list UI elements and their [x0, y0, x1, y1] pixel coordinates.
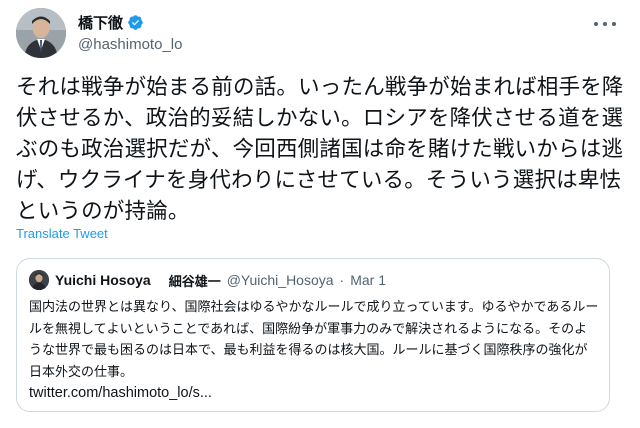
- separator-dot: ·: [339, 272, 345, 288]
- quoted-tweet-link[interactable]: twitter.com/hashimoto_lo/s...: [29, 383, 599, 405]
- author-display-name[interactable]: 橋下徹: [78, 12, 123, 33]
- quoted-tweet-header: Yuichi Hosoya 細谷雄一 @Yuichi_Hosoya · Mar …: [29, 269, 597, 291]
- more-options-icon[interactable]: [594, 20, 616, 28]
- quoted-profile-photo-icon: [29, 270, 49, 290]
- quoted-tweet-date: Mar 1: [350, 272, 387, 288]
- author-avatar[interactable]: [16, 8, 66, 58]
- quoted-author-name: Yuichi Hosoya: [55, 272, 151, 288]
- author-names: 橋下徹 @hashimoto_lo: [78, 11, 182, 54]
- tweet-text: それは戦争が始まる前の話。いったん戦争が始まれば相手を降伏させるか、政治的妥結し…: [16, 75, 624, 224]
- quoted-tweet-body: 国内法の世界とは異なり、国際社会はゆるやかなルールで成り立っています。ゆるやかで…: [29, 297, 599, 405]
- quoted-author-handle: @Yuichi_Hosoya: [226, 272, 334, 288]
- tweet-header: 橋下徹 @hashimoto_lo: [16, 8, 624, 60]
- translate-tweet-link[interactable]: Translate Tweet: [16, 226, 108, 241]
- display-name-row: 橋下徹: [78, 11, 182, 33]
- profile-photo-icon: [16, 8, 66, 58]
- quoted-tweet[interactable]: Yuichi Hosoya 細谷雄一 @Yuichi_Hosoya · Mar …: [16, 258, 610, 412]
- quoted-author-name-jp: 細谷雄一: [168, 274, 221, 290]
- verified-badge-icon: [127, 14, 144, 31]
- tweet-card: 橋下徹 @hashimoto_lo それは戦争が始まる前の話。いったん戦争が始ま…: [0, 0, 640, 428]
- author-handle[interactable]: @hashimoto_lo: [78, 36, 182, 53]
- quoted-author-avatar: [29, 270, 49, 290]
- quoted-tweet-text: 国内法の世界とは異なり、国際社会はゆるやかなルールで成り立っています。ゆるやかで…: [29, 300, 599, 380]
